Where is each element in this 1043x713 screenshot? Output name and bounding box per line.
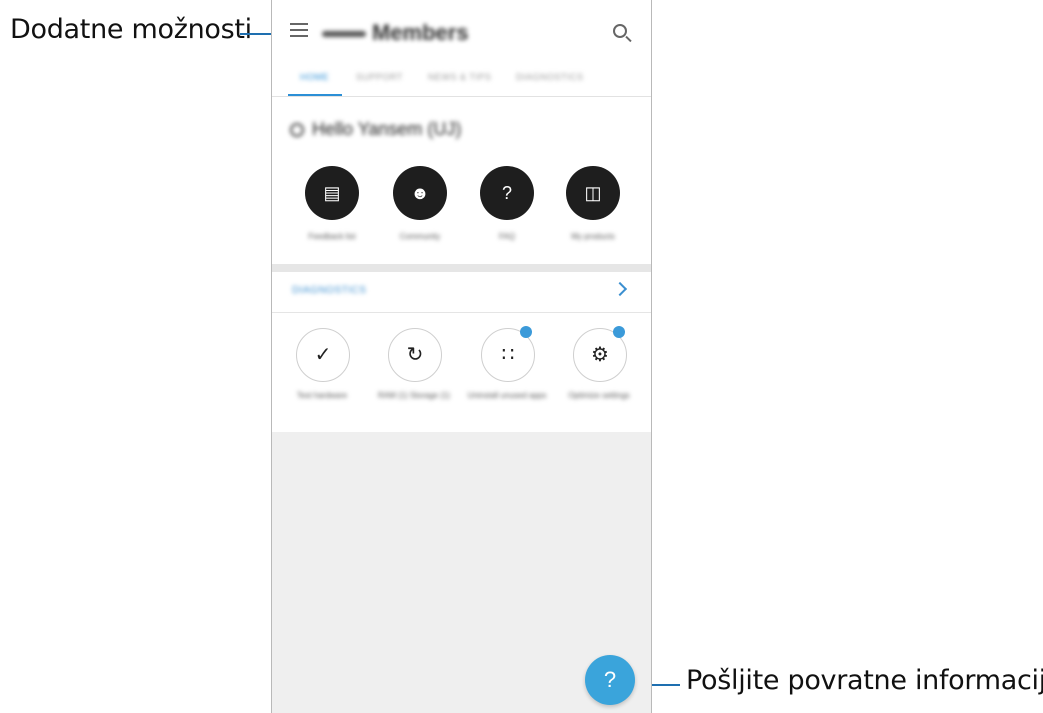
heart-icon [290,123,304,138]
document-icon[interactable]: ▤ [305,166,359,220]
greeting: Hello Yansem (UJ) [290,119,461,140]
check-icon[interactable]: ✓ [296,328,350,382]
devices-icon[interactable]: ◫ [566,166,620,220]
diagnostics-header: DIAGNOSTICS [292,285,367,296]
feedback-fab-button[interactable]: ? [585,655,635,705]
diag-label-optimize-settings: Optimize settings [568,391,630,400]
quick-action-label-products: My products [571,232,615,241]
notification-badge [613,326,625,338]
callout-more-options-label: Dodatne možnosti [10,14,252,45]
question-icon: ? [603,667,617,692]
content-card: Members HOME SUPPORT NEWS & TIPS DIAGNOS… [272,0,651,432]
quick-action-label-community: Community [399,232,441,241]
tab-bar: HOME SUPPORT NEWS & TIPS DIAGNOSTICS [288,66,638,96]
search-icon[interactable] [613,24,627,38]
tab-news-tips[interactable]: NEWS & TIPS [428,72,491,82]
diag-label-ram-storage: RAM (1) Storage (1) [377,391,451,400]
chevron-right-icon[interactable] [612,281,628,297]
diagnostics-row[interactable]: DIAGNOSTICS [272,272,651,313]
quick-action-label-feedback: Feedback list [308,232,356,241]
brand-logo [322,31,366,38]
app-screen: Members HOME SUPPORT NEWS & TIPS DIAGNOS… [271,0,652,713]
app-title-text: Members [372,20,469,45]
people-icon[interactable]: ☻ [393,166,447,220]
app-title: Members [322,20,469,46]
menu-icon[interactable] [290,23,308,41]
callout-feedback-label: Pošljite povratne informacije. [686,665,1043,696]
greeting-text: Hello Yansem (UJ) [312,119,462,139]
quick-action-label-faq: FAQ [498,232,515,241]
faq-book-icon[interactable]: ? [480,166,534,220]
tab-diagnostics[interactable]: DIAGNOSTICS [516,72,584,82]
diag-label-test-hardware: Test hardware [296,391,348,400]
refresh-icon[interactable]: ↻ [388,328,442,382]
tabs-divider [272,96,651,97]
diag-label-uninstall-apps: Uninstall unused apps [467,391,547,400]
tab-support[interactable]: SUPPORT [356,72,403,82]
notification-badge [520,326,532,338]
tab-home[interactable]: HOME [300,72,329,82]
section-divider [272,264,651,272]
